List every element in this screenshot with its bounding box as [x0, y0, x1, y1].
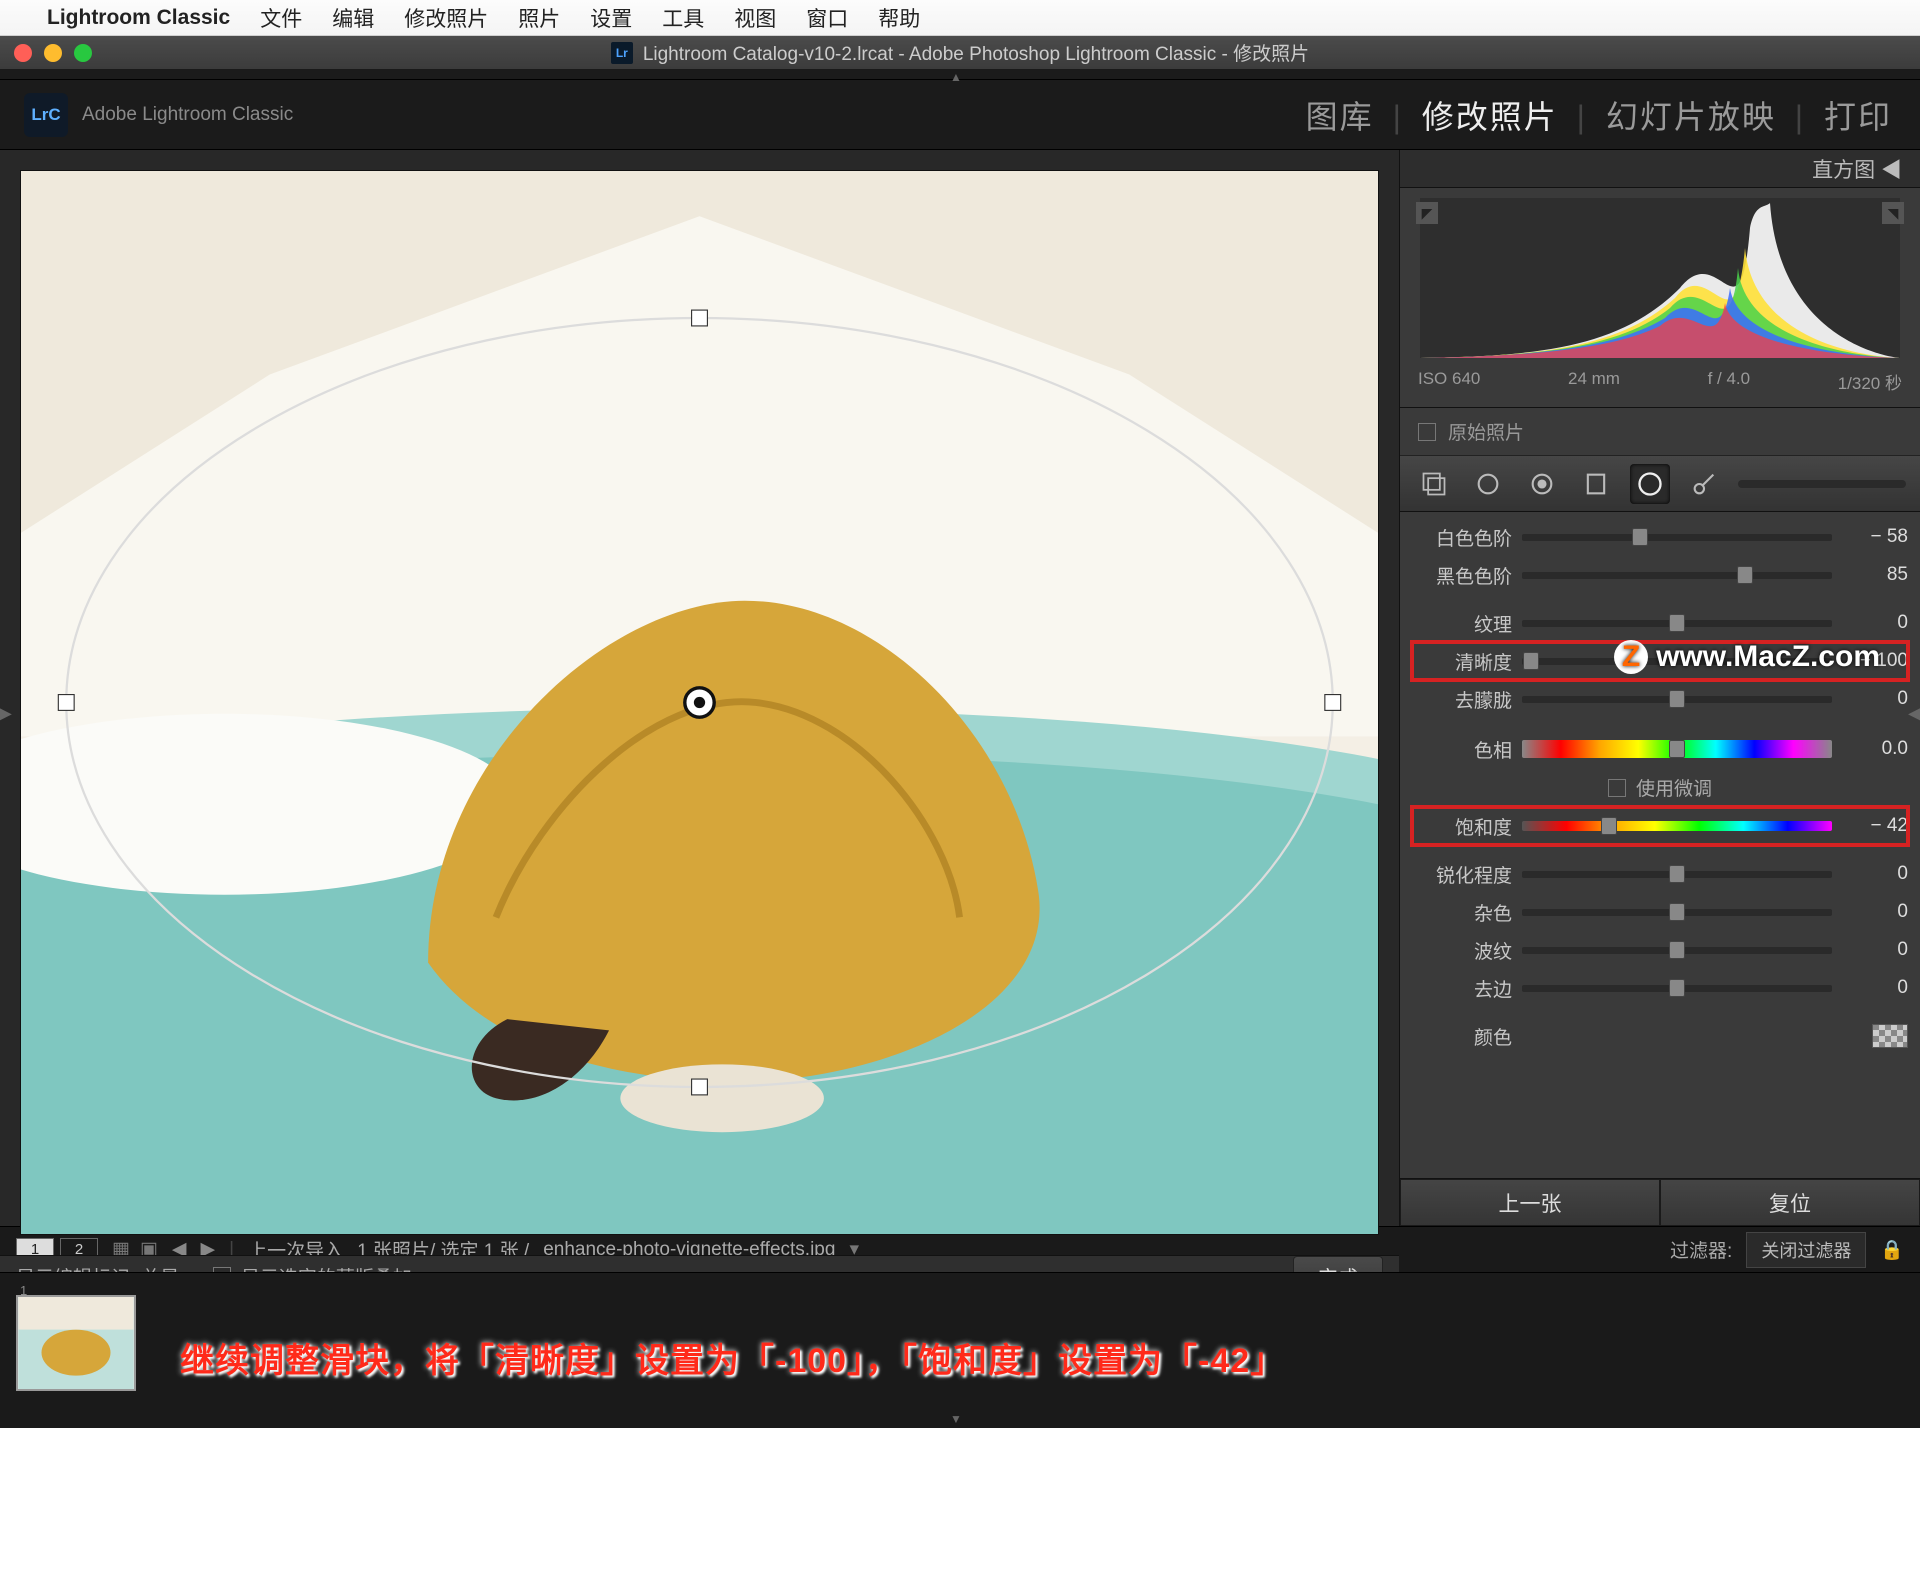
redeye-tool-icon[interactable]: [1522, 464, 1562, 504]
menu-tools[interactable]: 工具: [662, 3, 704, 33]
menu-app-name[interactable]: Lightroom Classic: [47, 6, 230, 30]
blacks-slider[interactable]: 黑色色阶 85: [1412, 556, 1908, 594]
tool-strip-slider[interactable]: [1738, 480, 1906, 488]
color-row[interactable]: 颜色: [1412, 1017, 1908, 1055]
saturation-slider[interactable]: 饱和度 − 42: [1412, 807, 1908, 845]
lrc-titlebar-icon: Lr: [611, 42, 633, 64]
module-print[interactable]: 打印: [1824, 99, 1892, 135]
fine-adjust-checkbox[interactable]: [1608, 779, 1626, 797]
moire-slider[interactable]: 波纹 0: [1412, 931, 1908, 969]
spot-tool-icon[interactable]: [1468, 464, 1508, 504]
sharpness-slider[interactable]: 锐化程度 0: [1412, 855, 1908, 893]
module-picker: 图库 | 修改照片 | 幻灯片放映 | 打印: [1302, 92, 1896, 138]
menu-help[interactable]: 帮助: [878, 3, 920, 33]
app-name-label: Adobe Lightroom Classic: [82, 104, 293, 126]
filter-dropdown[interactable]: 关闭过滤器: [1746, 1232, 1866, 1268]
defringe-slider[interactable]: 去边 0: [1412, 969, 1908, 1007]
color-swatch-icon[interactable]: [1872, 1024, 1908, 1048]
filter-lock-icon[interactable]: 🔒: [1880, 1238, 1904, 1262]
menu-settings[interactable]: 设置: [590, 3, 632, 33]
histogram[interactable]: ◤ ◥ ISO 640 24 mm f / 4.0 1/320 秒: [1400, 188, 1920, 408]
histo-focal: 24 mm: [1568, 369, 1620, 394]
top-panel-collapse-handle[interactable]: ▲: [0, 70, 1920, 80]
gradient-tool-icon[interactable]: [1576, 464, 1616, 504]
menu-edit[interactable]: 编辑: [332, 3, 374, 33]
menu-file[interactable]: 文件: [260, 3, 302, 33]
module-library[interactable]: 图库: [1306, 99, 1374, 135]
minimize-window-button[interactable]: [44, 44, 62, 62]
crop-tool-icon[interactable]: [1414, 464, 1454, 504]
histogram-title: 直方图 ◀: [1812, 154, 1902, 184]
filmstrip-thumb[interactable]: [16, 1295, 136, 1391]
mac-menubar: Lightroom Classic 文件 编辑 修改照片 照片 设置 工具 视图…: [0, 0, 1920, 36]
histo-iso: ISO 640: [1418, 369, 1480, 394]
menu-photo[interactable]: 照片: [518, 3, 560, 33]
prev-photo-button[interactable]: 上一张: [1400, 1179, 1660, 1226]
texture-slider[interactable]: 纹理 0: [1412, 604, 1908, 642]
photo-canvas[interactable]: [20, 170, 1379, 1235]
original-photo-checkbox[interactable]: [1418, 423, 1436, 441]
filmstrip[interactable]: 继续调整滑块，将「清晰度」设置为「-100」，「饱和度」设置为「-42」: [0, 1272, 1920, 1412]
histo-shutter: 1/320 秒: [1838, 369, 1902, 394]
identity-plate-bar: LrC Adobe Lightroom Classic 图库 | 修改照片 | …: [0, 80, 1920, 150]
left-panel-expand-handle[interactable]: ▶: [0, 688, 12, 738]
app-logo-icon: LrC: [24, 93, 68, 137]
tutorial-caption: 继续调整滑块，将「清晰度」设置为「-100」，「饱和度」设置为「-42」: [180, 1333, 1285, 1382]
filter-label: 过滤器:: [1670, 1236, 1732, 1263]
sliders-panel: 白色色阶 − 58 黑色色阶 85 纹理 0 清晰度 − 100 去朦胧: [1400, 512, 1920, 1178]
shadow-clip-icon[interactable]: ◤: [1416, 202, 1438, 224]
bottom-panel-collapse-handle[interactable]: ▼: [0, 1412, 1920, 1428]
fine-adjust-label: 使用微调: [1636, 774, 1712, 801]
window-titlebar: Lr Lightroom Catalog-v10-2.lrcat - Adobe…: [0, 36, 1920, 70]
panel-nav-buttons: 上一张 复位: [1400, 1178, 1920, 1226]
module-slideshow[interactable]: 幻灯片放映: [1606, 99, 1776, 135]
histogram-header[interactable]: 直方图 ◀: [1400, 150, 1920, 188]
brush-tool-icon[interactable]: [1684, 464, 1724, 504]
canvas-column: 显示编辑标记: 总是 ▾ 显示选定的蒙版叠加 完成: [0, 150, 1400, 1226]
menu-develop[interactable]: 修改照片: [404, 3, 488, 33]
window-title: Lightroom Catalog-v10-2.lrcat - Adobe Ph…: [643, 39, 1309, 66]
original-photo-row[interactable]: 原始照片: [1400, 408, 1920, 456]
module-develop[interactable]: 修改照片: [1422, 99, 1558, 135]
local-tool-strip: [1400, 456, 1920, 512]
close-window-button[interactable]: [14, 44, 32, 62]
whites-slider[interactable]: 白色色阶 − 58: [1412, 518, 1908, 556]
right-panel-collapse-handle[interactable]: ◀: [1908, 688, 1920, 738]
fine-adjust-row[interactable]: 使用微调: [1412, 774, 1908, 801]
maximize-window-button[interactable]: [74, 44, 92, 62]
highlight-clip-icon[interactable]: ◥: [1882, 202, 1904, 224]
menu-window[interactable]: 窗口: [806, 3, 848, 33]
radial-tool-icon[interactable]: [1630, 464, 1670, 504]
dehaze-slider[interactable]: 去朦胧 0: [1412, 680, 1908, 718]
main-area: ▶ ◀: [0, 150, 1920, 1226]
right-panel: 直方图 ◀ ◤ ◥ ISO 640 24 mm f / 4.0 1/320 秒 …: [1400, 150, 1920, 1226]
reset-button[interactable]: 复位: [1660, 1179, 1920, 1226]
original-photo-label: 原始照片: [1448, 418, 1524, 445]
hue-slider[interactable]: 色相 0.0: [1412, 730, 1908, 768]
histo-aperture: f / 4.0: [1708, 369, 1751, 394]
noise-slider[interactable]: 杂色 0: [1412, 893, 1908, 931]
clarity-slider[interactable]: 清晰度 − 100: [1412, 642, 1908, 680]
menu-view[interactable]: 视图: [734, 3, 776, 33]
